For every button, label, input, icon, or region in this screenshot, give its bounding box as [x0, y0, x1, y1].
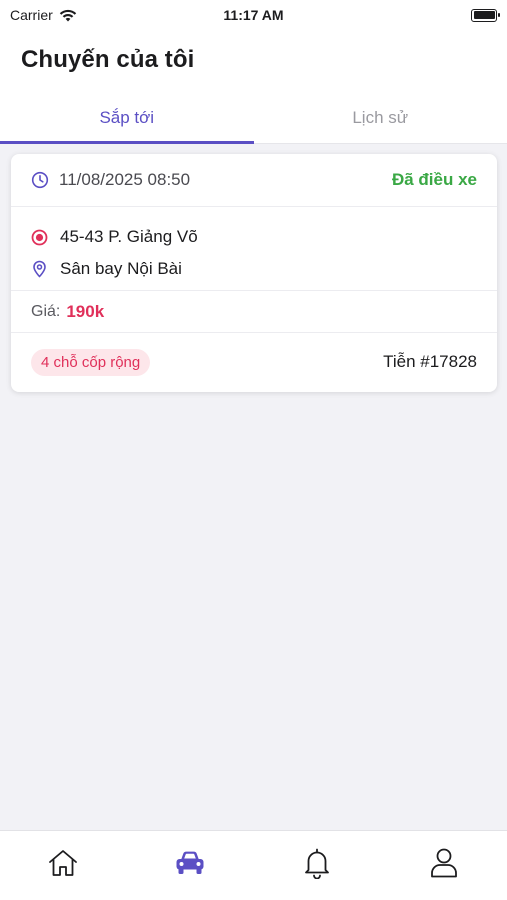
- nav-account[interactable]: [380, 831, 507, 900]
- tab-upcoming[interactable]: Sắp tới: [0, 92, 254, 144]
- nav-home[interactable]: [0, 831, 127, 900]
- trip-datetime-text: 11/08/2025 08:50: [59, 170, 191, 189]
- pickup-address: 45-43 P. Giảng Võ: [60, 227, 198, 246]
- wifi-icon: [59, 9, 77, 22]
- price-value: 190k: [66, 301, 105, 321]
- battery-fill: [473, 11, 495, 19]
- app-root: Carrier 11:17 AM Chuyến của tôi Sắp tới …: [0, 0, 507, 900]
- trip-price-row: Giá: 190k: [11, 291, 497, 333]
- pickup-row: 45-43 P. Giảng Võ: [31, 221, 477, 253]
- carrier-label: Carrier: [10, 7, 53, 23]
- trip-datetime: 11/08/2025 08:50: [31, 170, 190, 190]
- header: Chuyến của tôi: [0, 30, 507, 92]
- tab-bar: Sắp tới Lịch sử: [0, 92, 507, 144]
- map-pin-icon: [31, 260, 48, 278]
- price-label: Giá:: [31, 302, 61, 320]
- clock-icon: [31, 171, 49, 189]
- trip-id: Tiễn #17828: [383, 352, 477, 371]
- trip-card-header: 11/08/2025 08:50 Đã điều xe: [11, 154, 497, 207]
- tab-history[interactable]: Lịch sử: [254, 92, 507, 143]
- trip-route: 45-43 P. Giảng Võ Sân bay Nội Bài: [11, 207, 497, 291]
- dropoff-address: Sân bay Nội Bài: [60, 259, 182, 278]
- pickup-dot-icon: [31, 229, 48, 246]
- page-title: Chuyến của tôi: [21, 46, 195, 73]
- tab-history-label: Lịch sử: [352, 107, 409, 127]
- home-icon: [47, 848, 79, 878]
- trip-card[interactable]: 11/08/2025 08:50 Đã điều xe 45-43 P. Giả…: [11, 154, 497, 392]
- car-icon: [174, 849, 206, 877]
- nav-notifications[interactable]: [254, 831, 381, 900]
- battery-icon: [471, 8, 500, 22]
- trip-status: Đã điều xe: [391, 170, 477, 189]
- trip-card-footer: 4 chỗ cốp rộng Tiễn #17828: [11, 333, 497, 391]
- dropoff-row: Sân bay Nội Bài: [31, 253, 477, 285]
- status-left: Carrier: [10, 7, 77, 23]
- bottom-nav: [0, 830, 507, 900]
- user-icon: [429, 847, 459, 879]
- status-time: 11:17 AM: [223, 7, 284, 23]
- vehicle-type-badge: 4 chỗ cốp rộng: [31, 348, 151, 376]
- nav-trips[interactable]: [127, 831, 254, 900]
- tab-upcoming-label: Sắp tới: [99, 107, 155, 127]
- bell-icon: [303, 847, 331, 879]
- status-bar: Carrier 11:17 AM: [0, 0, 507, 30]
